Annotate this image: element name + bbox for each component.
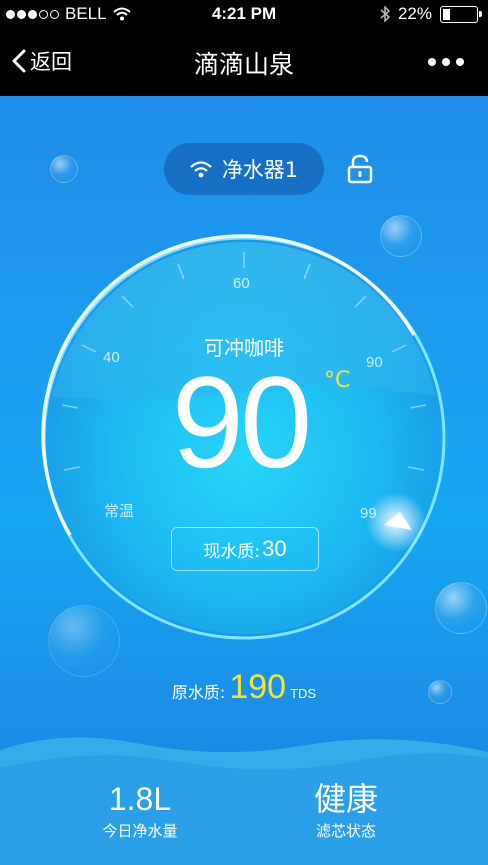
temperature-unit: °C [324,368,351,393]
today-water-value: 1.8L [108,781,172,817]
filter-status-value: 健康 [313,780,378,818]
temperature-value: 90 [171,349,313,495]
current-quality-badge: 现水质: 30 [171,527,319,571]
today-water-label: 今日净水量 [102,822,178,840]
raw-water-quality: 原水质: 190 TDS [0,668,488,707]
dial-tick-label-room: 常温 [104,503,135,520]
raw-quality-value: 190 [229,668,287,706]
current-quality-value: 30 [262,536,287,561]
raw-quality-label: 原水质: [171,683,226,702]
dial-tick-label-60: 60 [233,275,250,292]
stat-today-water: 1.8L 今日净水量 [40,780,240,841]
current-quality-label: 现水质: [203,541,261,562]
filter-status-label: 滤芯状态 [315,822,376,840]
raw-quality-unit: TDS [290,686,317,701]
app-screen: BELL 4:21 PM 22% 返回 滴滴山泉 净水器1 常温 40 60 9… [0,0,488,865]
dial-tick-label-99: 99 [360,505,377,522]
stat-filter-status: 健康 滤芯状态 [246,780,446,841]
